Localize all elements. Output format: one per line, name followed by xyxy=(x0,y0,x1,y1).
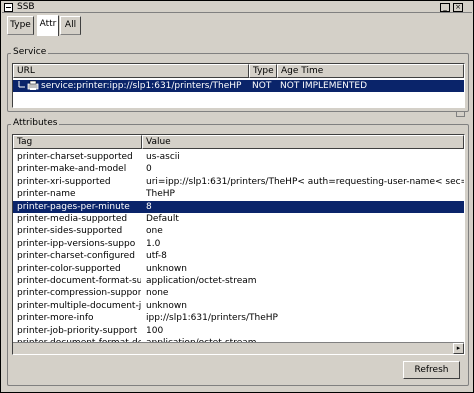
attribute-tag: printer-ipp-versions-suppo xyxy=(17,238,136,249)
attribute-tag: printer-more-info xyxy=(17,313,94,324)
attribute-row[interactable]: printer-document-format-su application/oc… xyxy=(13,275,464,287)
attribute-value: us-ascii xyxy=(146,152,180,162)
attributes-list[interactable]: Tag Value printer-charset-supported us-as… xyxy=(12,134,465,355)
attribute-row[interactable]: printer-more-info ipp://slp1:631/printers… xyxy=(13,312,464,324)
scroll-right-arrow-icon[interactable]: ▸ xyxy=(453,343,464,354)
refresh-button[interactable]: Refresh xyxy=(403,361,460,379)
column-header-value[interactable]: Value xyxy=(142,135,464,149)
attribute-tag: printer-name xyxy=(17,189,76,200)
tab-attr[interactable]: Attr xyxy=(37,15,59,36)
printer-icon xyxy=(27,80,39,90)
service-age-time: NOT IMPLEMENTED xyxy=(280,81,368,91)
attribute-row[interactable]: printer-sides-supported one xyxy=(13,225,464,237)
splitter-handle[interactable] xyxy=(456,111,465,117)
column-header-age-time[interactable]: Age Time xyxy=(277,64,464,78)
ssb-window: SSB _ × Type Attr All Service URL Type A… xyxy=(0,0,474,393)
attribute-value: unknown xyxy=(146,300,187,311)
attribute-value: 1.0 xyxy=(146,238,161,249)
attribute-value: 0 xyxy=(146,164,152,175)
service-url: service:printer:ipp://slp1:631/printers/… xyxy=(41,81,242,91)
minimize-button[interactable]: _ xyxy=(440,3,450,12)
attribute-row[interactable]: printer-media-supported Default xyxy=(13,213,464,225)
attribute-value: uri=ipp://slp1:631/printers/TheHP< auth=… xyxy=(146,176,464,187)
horizontal-scrollbar[interactable]: ▸ xyxy=(13,342,464,354)
window-menu-icon[interactable] xyxy=(4,3,13,12)
tree-connector-icon xyxy=(18,81,25,88)
attribute-value: 100 xyxy=(146,325,164,336)
attribute-row[interactable]: printer-ipp-versions-suppo 1.0 xyxy=(13,238,464,250)
attribute-value: ipp://slp1:631/printers/TheHP xyxy=(146,313,278,324)
attribute-value: TheHP xyxy=(146,189,175,200)
attribute-value: one xyxy=(146,226,163,237)
attribute-row[interactable]: printer-xri-supported uri=ipp://slp1:631/… xyxy=(13,176,464,188)
attribute-value: unknown xyxy=(146,263,187,274)
service-list[interactable]: URL Type Age Time service:printer:ipp://… xyxy=(12,63,465,108)
attribute-tag: printer-charset-configured xyxy=(17,251,135,262)
attribute-row[interactable]: printer-multiple-document-j unknown xyxy=(13,300,464,312)
attribute-tag: printer-multiple-document-j xyxy=(17,300,141,311)
attribute-tag: printer-sides-supported xyxy=(17,226,123,237)
service-row[interactable]: service:printer:ipp://slp1:631/printers/… xyxy=(13,80,464,92)
window-title: SSB xyxy=(17,2,35,12)
attribute-value: 8 xyxy=(146,201,152,212)
tab-type[interactable]: Type xyxy=(7,16,34,35)
attribute-value: application/octet-stream xyxy=(146,276,257,286)
column-header-tag[interactable]: Tag xyxy=(13,135,142,149)
service-type: NOT xyxy=(252,81,272,91)
attribute-value: utf-8 xyxy=(146,251,167,262)
attribute-row[interactable]: printer-charset-configured utf-8 xyxy=(13,250,464,262)
column-header-url[interactable]: URL xyxy=(13,64,249,78)
title-bar[interactable]: SSB _ × xyxy=(2,2,472,13)
attribute-row[interactable]: printer-name TheHP xyxy=(13,188,464,200)
attribute-value: none xyxy=(146,288,169,299)
attribute-value: Default xyxy=(146,214,179,224)
attribute-tag: printer-charset-supported xyxy=(17,152,133,162)
attribute-tag: printer-color-supported xyxy=(17,263,121,274)
attribute-tag: printer-media-supported xyxy=(17,214,128,224)
attributes-group-label: Attributes xyxy=(11,118,60,128)
service-group-label: Service xyxy=(11,47,49,57)
attribute-tag: printer-job-priority-support xyxy=(17,325,138,336)
attribute-row[interactable]: printer-color-supported unknown xyxy=(13,263,464,275)
attribute-tag: printer-pages-per-minute xyxy=(17,201,130,212)
attribute-tag: printer-document-format-su xyxy=(17,276,141,286)
tab-all[interactable]: All xyxy=(60,16,81,35)
attribute-row[interactable]: printer-compression-suppor none xyxy=(13,287,464,299)
attribute-tag: printer-make-and-model xyxy=(17,164,127,175)
attribute-tag: printer-compression-suppor xyxy=(17,288,141,299)
attribute-row[interactable]: printer-charset-supported us-ascii xyxy=(13,151,464,163)
attribute-row[interactable]: printer-make-and-model 0 xyxy=(13,163,464,175)
attribute-row[interactable]: printer-pages-per-minute 8 xyxy=(13,200,464,213)
column-header-type[interactable]: Type xyxy=(249,64,277,78)
close-button[interactable]: × xyxy=(453,3,463,12)
attribute-tag: printer-xri-supported xyxy=(17,176,111,187)
attribute-row[interactable]: printer-job-priority-support 100 xyxy=(13,325,464,337)
